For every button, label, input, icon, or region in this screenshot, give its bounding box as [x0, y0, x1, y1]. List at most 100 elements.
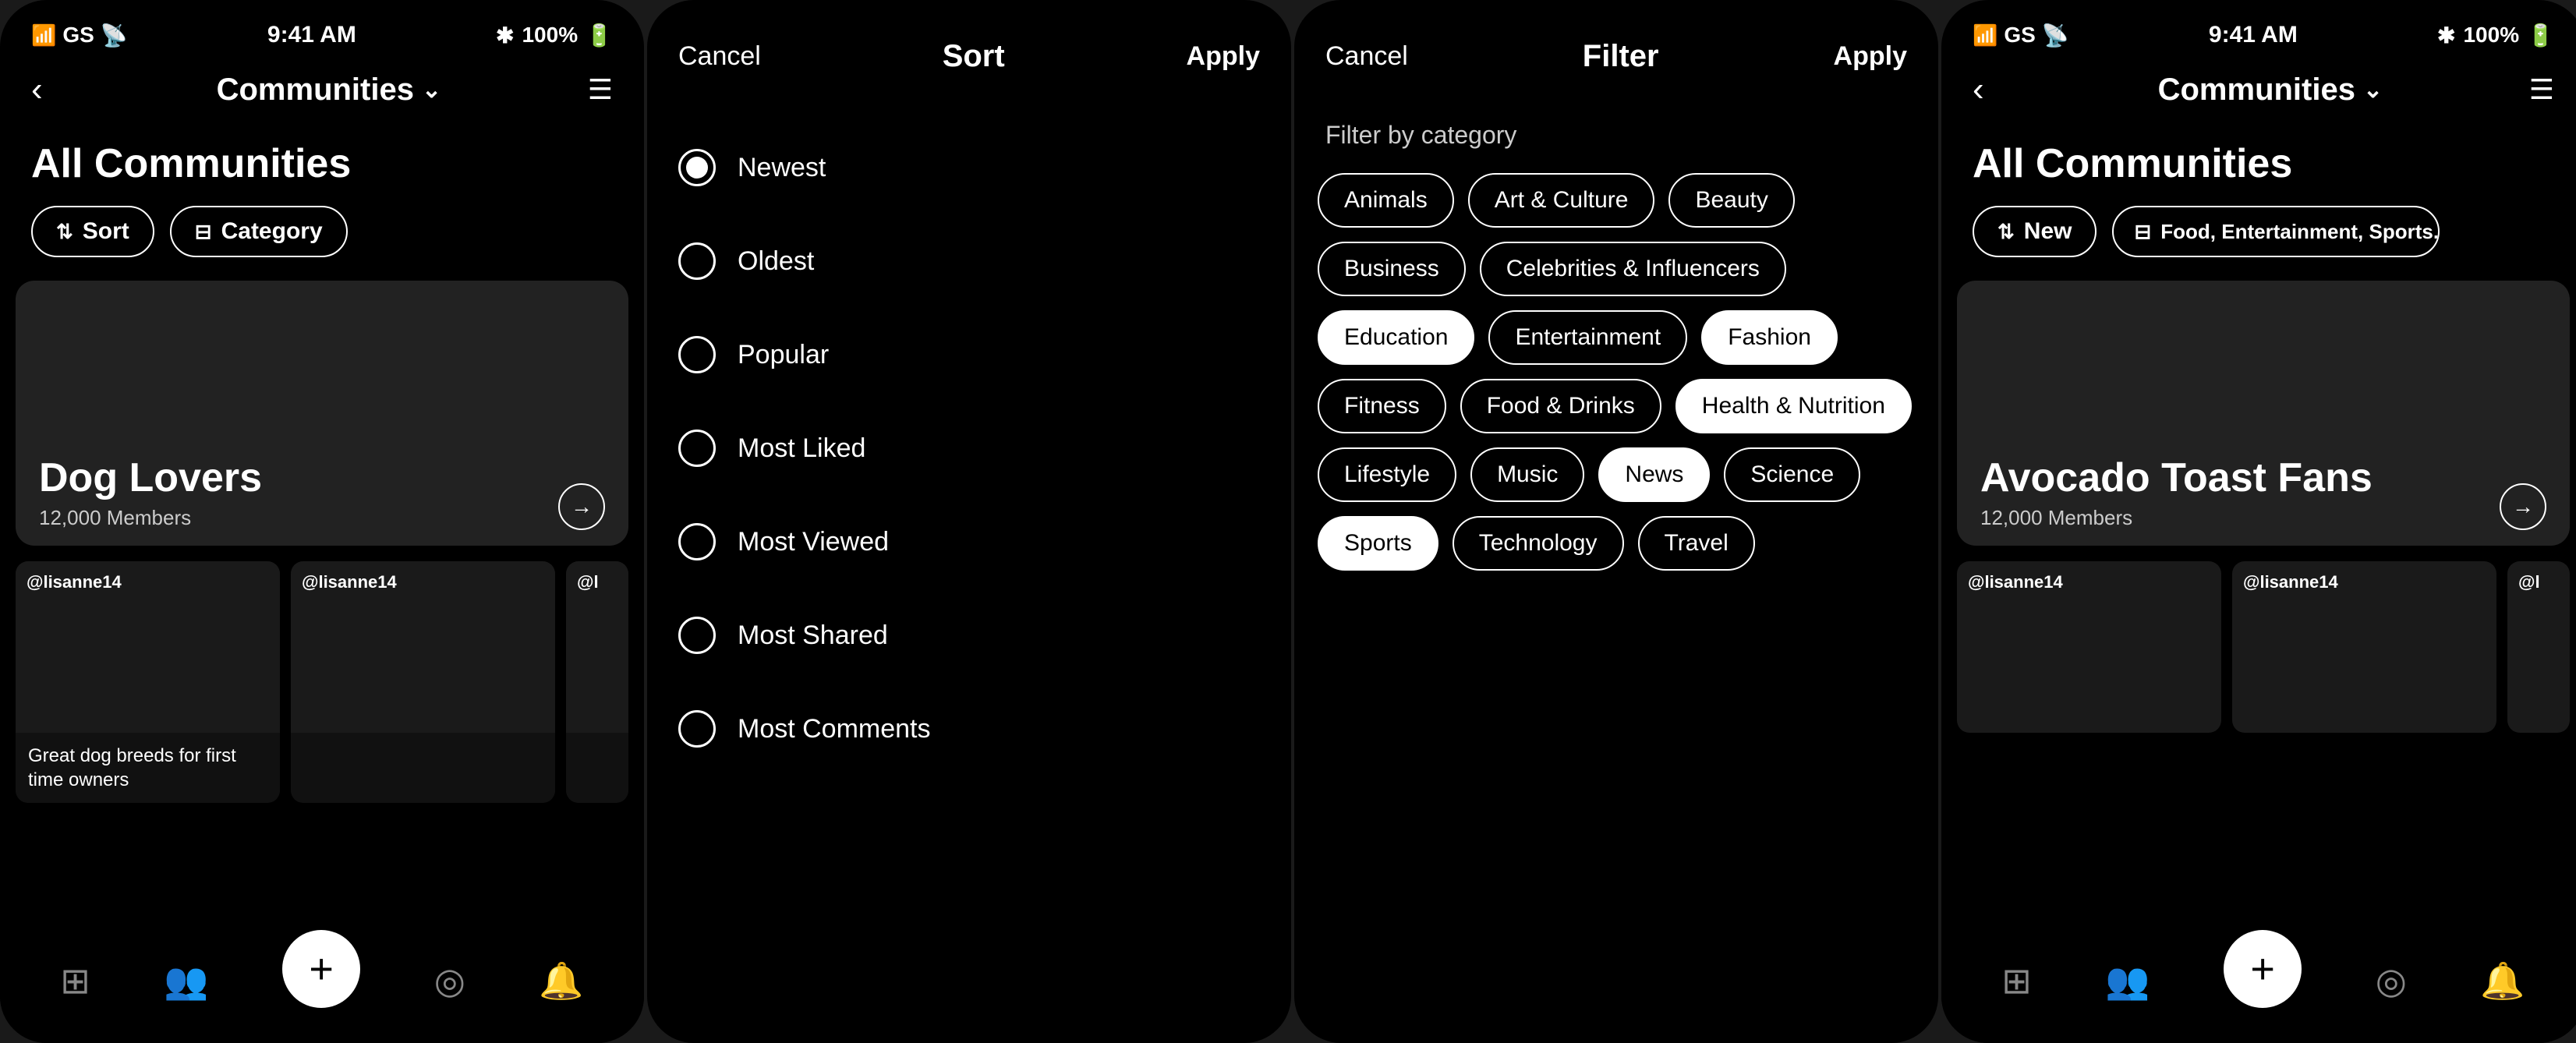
battery-text-4: 100% — [2463, 23, 2519, 48]
tag-technology[interactable]: Technology — [1453, 516, 1624, 571]
nav-title-1: Communities ⌄ — [217, 72, 442, 108]
status-left-4: 📶 GS 📡 — [1973, 23, 2069, 48]
sort-apply[interactable]: Apply — [1187, 41, 1260, 72]
tag-science[interactable]: Science — [1724, 447, 1860, 502]
tag-celebrities[interactable]: Celebrities & Influencers — [1480, 242, 1786, 296]
tag-fitness[interactable]: Fitness — [1318, 379, 1446, 433]
nav-chevron-1[interactable]: ⌄ — [422, 76, 441, 104]
tag-health-nutrition[interactable]: Health & Nutrition — [1675, 379, 1912, 433]
community-arrow-4[interactable]: → — [2500, 483, 2546, 530]
community-card-4[interactable]: Avocado Toast Fans 12,000 Members → — [1957, 281, 2570, 546]
post-thumb-4-3[interactable]: @l — [2507, 561, 2570, 733]
bell-icon-1[interactable]: 🔔 — [539, 960, 583, 1002]
time-display: 9:41 AM — [267, 22, 356, 48]
post-thumb-4-2[interactable]: @lisanne14 — [2232, 561, 2496, 733]
filter-tags-container: Animals Art & Culture Beauty Business Ce… — [1294, 173, 1938, 571]
battery-icon-4: 🔋 — [2527, 23, 2554, 48]
post-thumb-1-2[interactable]: @lisanne14 — [291, 561, 555, 803]
sort-header: Cancel Sort Apply — [647, 0, 1291, 105]
page-title-4: All Communities — [1941, 125, 2576, 206]
tag-sports[interactable]: Sports — [1318, 516, 1438, 571]
radio-newest[interactable] — [678, 149, 716, 186]
post-user-4-1: @lisanne14 — [1968, 572, 2063, 592]
grid-icon-1[interactable]: ⊞ — [60, 960, 90, 1002]
nav-title-text-1: Communities — [217, 72, 414, 108]
tag-business[interactable]: Business — [1318, 242, 1466, 296]
nav-chevron-4[interactable]: ⌄ — [2363, 76, 2383, 104]
status-right-1: ✱ 100% 🔋 — [496, 23, 613, 48]
grid-icon-4[interactable]: ⊞ — [2001, 960, 2032, 1002]
sort-option-most-liked[interactable]: Most Liked — [678, 401, 1260, 495]
nav-menu-1[interactable]: ☰ — [588, 73, 613, 106]
radio-most-viewed[interactable] — [678, 523, 716, 560]
radio-popular[interactable] — [678, 336, 716, 373]
sort-button-4[interactable]: ⇅ New — [1973, 206, 2097, 257]
sort-label-oldest: Oldest — [738, 246, 814, 277]
sort-icon-4: ⇅ — [1997, 220, 2015, 244]
fab-button-4[interactable]: + — [2224, 930, 2302, 1008]
phone-screen-3: Cancel Filter Apply Filter by category A… — [1294, 0, 1938, 1043]
sort-label-newest: Newest — [738, 153, 826, 183]
tag-art-culture[interactable]: Art & Culture — [1468, 173, 1655, 228]
radio-most-liked[interactable] — [678, 430, 716, 467]
tag-animals[interactable]: Animals — [1318, 173, 1454, 228]
back-button-1[interactable]: ‹ — [31, 70, 70, 109]
battery-icon: 🔋 — [586, 23, 613, 48]
sort-option-most-shared[interactable]: Most Shared — [678, 589, 1260, 682]
post-user-4-2: @lisanne14 — [2243, 572, 2338, 592]
tag-news[interactable]: News — [1598, 447, 1710, 502]
tag-travel[interactable]: Travel — [1638, 516, 1755, 571]
community-arrow-1[interactable]: → — [558, 483, 605, 530]
post-user-4-3: @l — [2518, 572, 2540, 592]
sort-option-most-comments[interactable]: Most Comments — [678, 682, 1260, 776]
community-name-1: Dog Lovers — [39, 454, 262, 501]
sort-option-newest[interactable]: Newest — [678, 121, 1260, 214]
compass-icon-4[interactable]: ◎ — [2376, 960, 2407, 1002]
filter-apply[interactable]: Apply — [1834, 41, 1907, 72]
tag-fashion[interactable]: Fashion — [1701, 310, 1838, 365]
post-thumb-1-3[interactable]: @l — [566, 561, 628, 803]
tag-food-drinks[interactable]: Food & Drinks — [1460, 379, 1661, 433]
community-card-1[interactable]: Dog Lovers 12,000 Members → — [16, 281, 628, 546]
people-icon-1[interactable]: 👥 — [164, 960, 208, 1002]
bottom-bar-1: ⊞ 👥 + ◎ 🔔 — [0, 918, 644, 1043]
posts-row-1: @lisanne14 Great dog breeds for first ti… — [0, 561, 644, 803]
compass-icon-1[interactable]: ◎ — [434, 960, 465, 1002]
radio-most-shared[interactable] — [678, 617, 716, 654]
post-thumb-1-1[interactable]: @lisanne14 Great dog breeds for first ti… — [16, 561, 280, 803]
radio-most-comments[interactable] — [678, 710, 716, 748]
tag-entertainment[interactable]: Entertainment — [1488, 310, 1687, 365]
community-info-4: Avocado Toast Fans 12,000 Members → — [1957, 439, 2570, 546]
action-row-1: ⇅ Sort ⊟ Category — [0, 206, 644, 281]
page-title-1: All Communities — [0, 125, 644, 206]
carrier-text-4: GS — [2004, 23, 2035, 48]
tag-music[interactable]: Music — [1470, 447, 1584, 502]
carrier-text: GS — [62, 23, 94, 48]
community-members-1: 12,000 Members — [39, 506, 262, 530]
bottom-bar-4: ⊞ 👥 + ◎ 🔔 — [1941, 918, 2576, 1043]
sort-option-oldest[interactable]: Oldest — [678, 214, 1260, 308]
category-button-1[interactable]: ⊟ Category — [170, 206, 348, 257]
filter-cancel[interactable]: Cancel — [1325, 41, 1408, 72]
tag-beauty[interactable]: Beauty — [1668, 173, 1794, 228]
filter-active-button-4[interactable]: ⊟ Food, Entertainment, Sports... — [2112, 206, 2440, 257]
nav-menu-4[interactable]: ☰ — [2529, 73, 2554, 106]
tag-lifestyle[interactable]: Lifestyle — [1318, 447, 1456, 502]
sort-option-popular[interactable]: Popular — [678, 308, 1260, 401]
bell-icon-4[interactable]: 🔔 — [2480, 960, 2525, 1002]
signal-icon-4: 📶 — [1973, 23, 1997, 48]
people-icon-4[interactable]: 👥 — [2105, 960, 2150, 1002]
post-user-1-1: @lisanne14 — [27, 572, 122, 592]
action-row-4: ⇅ New ⊟ Food, Entertainment, Sports... — [1941, 206, 2576, 281]
post-thumb-4-1[interactable]: @lisanne14 — [1957, 561, 2221, 733]
radio-oldest[interactable] — [678, 242, 716, 280]
back-button-4[interactable]: ‹ — [1973, 70, 2012, 109]
fab-button-1[interactable]: + — [282, 930, 360, 1008]
screen-2-content: Cancel Sort Apply Newest Oldest Popular … — [647, 0, 1291, 1043]
sort-option-most-viewed[interactable]: Most Viewed — [678, 495, 1260, 589]
tag-education[interactable]: Education — [1318, 310, 1474, 365]
time-display-4: 9:41 AM — [2209, 22, 2298, 48]
sort-button-1[interactable]: ⇅ Sort — [31, 206, 154, 257]
sort-cancel[interactable]: Cancel — [678, 41, 761, 72]
community-name-4: Avocado Toast Fans — [1980, 454, 2373, 501]
